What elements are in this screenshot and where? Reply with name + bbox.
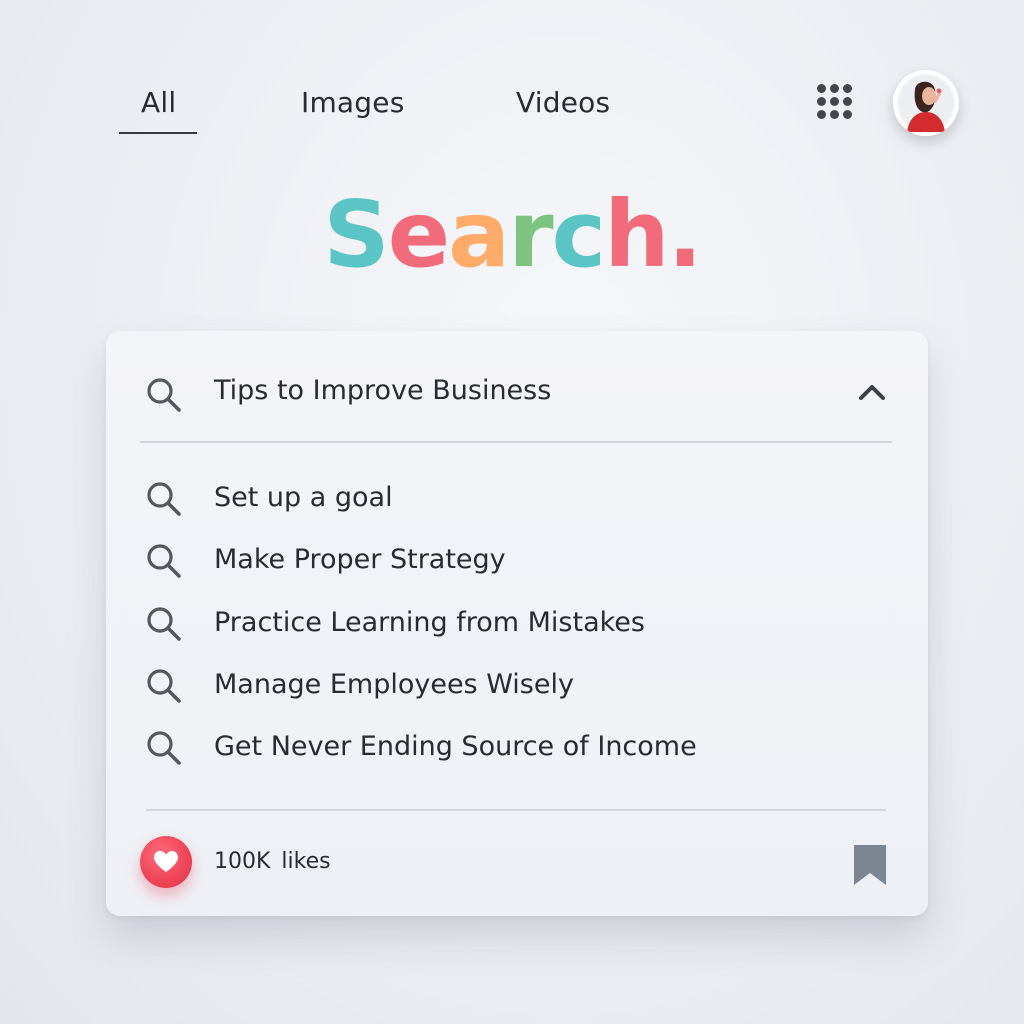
suggestion-item[interactable]: Make Proper Strategy (106, 535, 928, 587)
logo-letter: S (323, 181, 389, 288)
tab-images[interactable]: Images (301, 86, 404, 119)
like-button[interactable] (140, 836, 192, 888)
top-tabs: All Images Videos (0, 80, 700, 140)
search-icon (147, 378, 181, 412)
search-card: Tips to Improve Business Set up a goal M… (106, 331, 928, 916)
suggestion-label: Make Proper Strategy (214, 544, 506, 575)
active-tab-indicator (119, 132, 197, 134)
search-icon (147, 669, 181, 703)
suggestion-label: Manage Employees Wisely (214, 669, 574, 700)
suggestion-label: Set up a goal (214, 482, 393, 513)
tab-videos[interactable]: Videos (516, 86, 610, 119)
logo-letter: . (667, 181, 703, 288)
search-query[interactable]: Tips to Improve Business (214, 375, 551, 406)
search-logo: Search. (0, 180, 1024, 290)
search-icon (147, 731, 181, 765)
chevron-up-icon[interactable] (854, 375, 890, 411)
suggestion-item[interactable]: Practice Learning from Mistakes (106, 598, 928, 650)
suggestion-item[interactable]: Manage Employees Wisely (106, 660, 928, 712)
apps-grid-icon[interactable] (815, 82, 855, 122)
tab-all[interactable]: All (141, 86, 176, 119)
suggestion-item[interactable]: Set up a goal (106, 473, 928, 525)
logo-letter: h (604, 181, 669, 288)
likes-count: 100K likes (214, 849, 331, 874)
divider (146, 809, 886, 811)
avatar[interactable] (893, 70, 959, 136)
logo-letter: r (508, 181, 553, 288)
search-icon (147, 482, 181, 516)
user-avatar-image (899, 76, 953, 132)
logo-letter: c (551, 181, 607, 288)
suggestion-item[interactable]: Get Never Ending Source of Income (106, 722, 928, 774)
logo-letter: a (448, 181, 510, 288)
suggestion-label: Practice Learning from Mistakes (214, 607, 645, 638)
suggestion-label: Get Never Ending Source of Income (214, 731, 697, 762)
search-icon (147, 607, 181, 641)
search-input[interactable]: Tips to Improve Business (106, 361, 928, 425)
logo-letter: e (387, 181, 450, 288)
divider (140, 441, 892, 443)
heart-icon (154, 851, 178, 872)
bookmark-icon[interactable] (851, 843, 889, 887)
search-icon (147, 544, 181, 578)
